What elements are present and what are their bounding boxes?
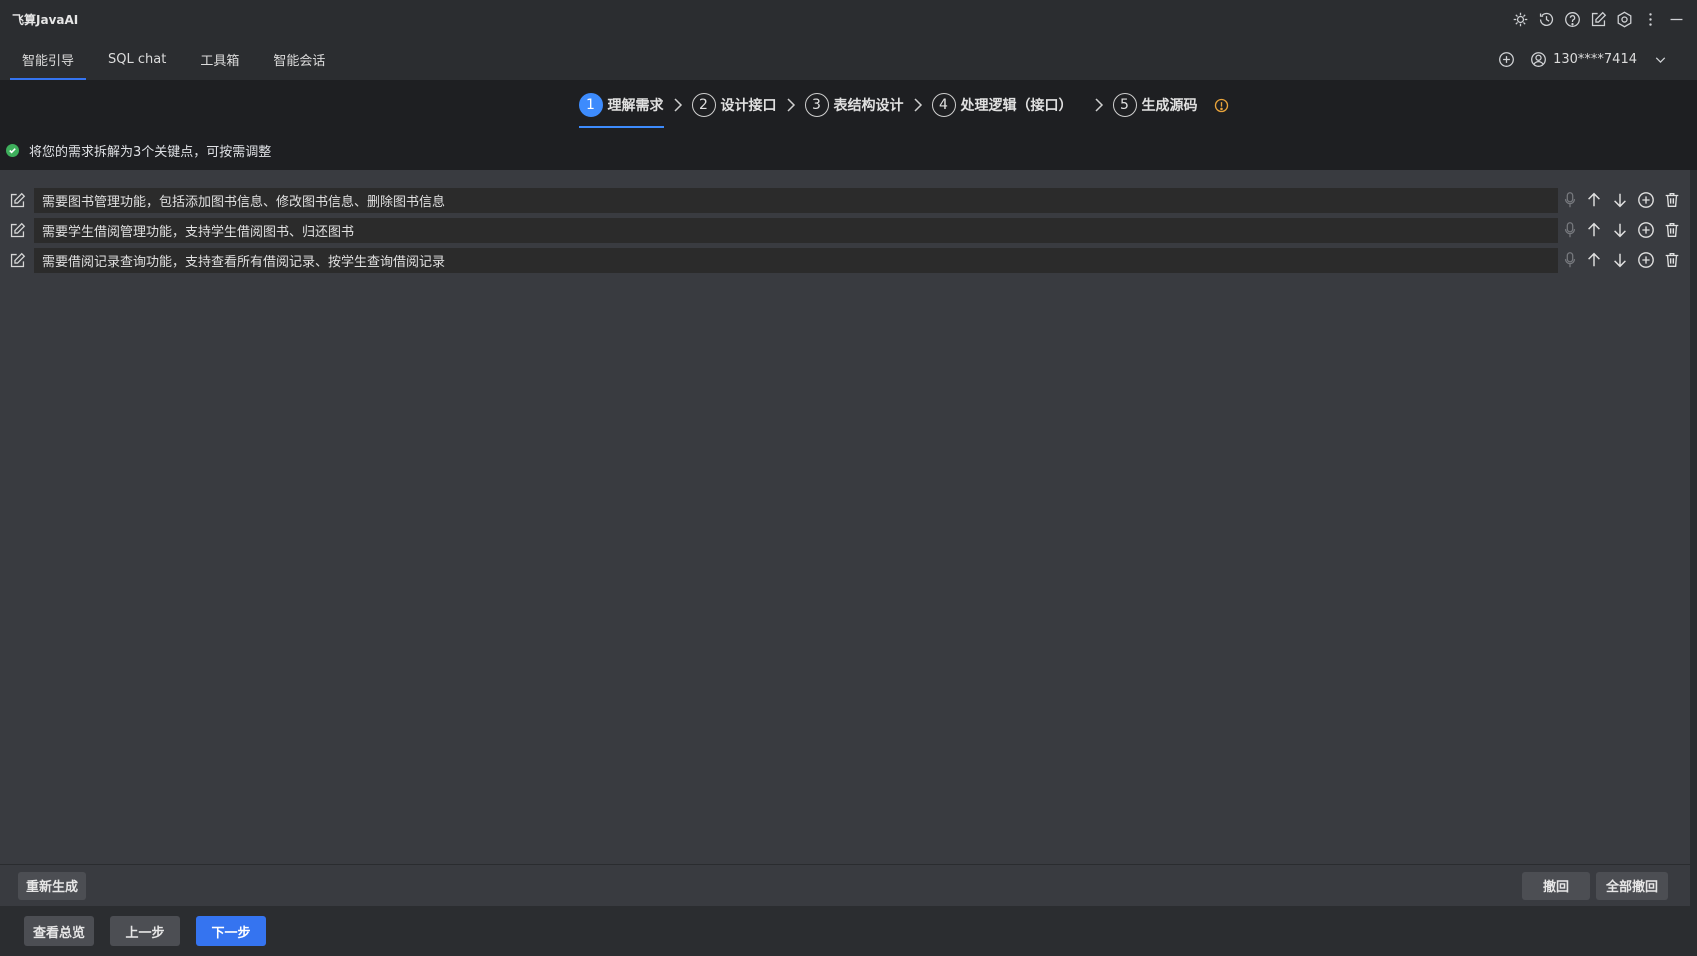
undo-all-button[interactable]: 全部撤回 (1596, 871, 1668, 900)
requirement-input[interactable]: 需要图书管理功能，包括添加图书信息、修改图书信息、删除图书信息 (34, 187, 1558, 213)
tab-label: 智能会话 (273, 53, 326, 69)
minimize-icon[interactable] (1667, 10, 1685, 28)
list-item: 需要图书管理功能，包括添加图书信息、修改图书信息、删除图书信息 (0, 185, 1690, 215)
help-icon[interactable] (1563, 10, 1581, 28)
app-title: 飞算JavaAI (12, 12, 79, 27)
add-circle-icon[interactable] (1636, 190, 1656, 210)
add-icon[interactable] (1497, 50, 1515, 68)
step-design-interface[interactable]: 2 设计接口 (691, 82, 777, 128)
requirement-input[interactable]: 需要学生借阅管理功能，支持学生借阅图书、归还图书 (34, 217, 1558, 243)
history-icon[interactable] (1537, 10, 1555, 28)
tab-label: 工具箱 (200, 53, 240, 69)
trash-icon[interactable] (1662, 220, 1682, 240)
list-item: 需要学生借阅管理功能，支持学生借阅图书、归还图书 (0, 215, 1690, 245)
step-table-design[interactable]: 3 表结构设计 (804, 82, 904, 128)
next-step-button[interactable]: 下一步 (196, 916, 266, 946)
user-name: 130****7414 (1553, 51, 1637, 67)
tab-smart-chat[interactable]: 智能会话 (261, 38, 337, 80)
step-understand-requirements[interactable]: 1 理解需求 (578, 82, 664, 128)
move-down-icon[interactable] (1610, 190, 1630, 210)
scrollbar[interactable] (1690, 170, 1697, 864)
tab-label: SQL chat (108, 51, 167, 67)
trash-icon[interactable] (1662, 250, 1682, 270)
edit-icon[interactable] (0, 222, 34, 239)
title-bar: 飞算JavaAI (0, 0, 1697, 38)
chevron-right-icon (779, 96, 803, 114)
requirement-input[interactable]: 需要借阅记录查询功能，支持查看所有借阅记录、按学生查询借阅记录 (34, 247, 1558, 273)
tab-label: 智能引导 (22, 53, 75, 69)
action-bar: 重新生成 撤回 全部撤回 (0, 864, 1690, 906)
row-actions (1562, 250, 1682, 270)
step-label: 处理逻辑（接口） (960, 98, 1073, 114)
add-circle-icon[interactable] (1636, 220, 1656, 240)
title-icons (1511, 10, 1685, 28)
row-actions (1562, 190, 1682, 210)
chevron-down-icon (1651, 50, 1669, 68)
move-up-icon[interactable] (1584, 250, 1604, 270)
step-process-logic[interactable]: 4 处理逻辑（接口） (931, 82, 1073, 128)
edit-icon[interactable] (0, 192, 34, 209)
user-menu[interactable]: 130****7414 (1529, 50, 1669, 68)
plugin-icon[interactable] (1511, 10, 1529, 28)
settings-icon[interactable] (1615, 10, 1633, 28)
step-label: 生成源码 (1141, 98, 1198, 114)
microphone-icon[interactable] (1562, 250, 1578, 270)
microphone-icon[interactable] (1562, 220, 1578, 240)
step-label: 设计接口 (720, 98, 777, 114)
step-label: 表结构设计 (833, 98, 904, 114)
check-circle-icon (6, 143, 19, 157)
nav-right: 130****7414 (1497, 38, 1697, 80)
chevron-right-icon (666, 96, 690, 114)
move-down-icon[interactable] (1610, 220, 1630, 240)
nav-bar: 智能引导 SQL chat 工具箱 智能会话 130****7414 (0, 38, 1697, 80)
regenerate-button[interactable]: 重新生成 (18, 871, 87, 900)
row-actions (1562, 220, 1682, 240)
user-icon (1529, 50, 1547, 68)
undo-actions: 撤回 全部撤回 (1522, 871, 1668, 900)
move-down-icon[interactable] (1610, 250, 1630, 270)
step-generate-source[interactable]: 5 生成源码 (1112, 82, 1198, 128)
requirement-list: 需要图书管理功能，包括添加图书信息、修改图书信息、删除图书信息 需要学生借阅管理… (0, 170, 1690, 275)
trash-icon[interactable] (1662, 190, 1682, 210)
list-item: 需要借阅记录查询功能，支持查看所有借阅记录、按学生查询借阅记录 (0, 245, 1690, 275)
edit-icon[interactable] (0, 252, 34, 269)
tab-sql-chat[interactable]: SQL chat (96, 38, 178, 80)
tab-toolbox[interactable]: 工具箱 (188, 38, 251, 80)
step-number: 1 (578, 93, 603, 117)
move-up-icon[interactable] (1584, 190, 1604, 210)
step-number: 4 (931, 93, 956, 117)
step-number: 3 (804, 93, 829, 117)
overview-button[interactable]: 查看总览 (24, 916, 94, 946)
requirements-panel: 需要图书管理功能，包括添加图书信息、修改图书信息、删除图书信息 需要学生借阅管理… (0, 170, 1690, 864)
step-label: 理解需求 (607, 98, 664, 114)
chevron-right-icon (906, 96, 930, 114)
status-notice: 将您的需求拆解为3个关键点，可按需调整 (0, 130, 1697, 170)
undo-button[interactable]: 撤回 (1522, 871, 1590, 900)
notice-text: 将您的需求拆解为3个关键点，可按需调整 (29, 144, 272, 160)
step-number: 5 (1112, 93, 1137, 117)
step-wizard: 1 理解需求 2 设计接口 3 表结构设计 4 处理逻辑（接口） 5 生成源码 (0, 80, 1697, 130)
microphone-icon[interactable] (1562, 190, 1578, 210)
more-icon[interactable] (1641, 10, 1659, 28)
chevron-right-icon (1087, 96, 1111, 114)
add-circle-icon[interactable] (1636, 250, 1656, 270)
tab-list: 智能引导 SQL chat 工具箱 智能会话 (10, 38, 347, 80)
move-up-icon[interactable] (1584, 220, 1604, 240)
edit-icon[interactable] (1589, 10, 1607, 28)
footer-nav: 查看总览 上一步 下一步 (0, 906, 1697, 956)
tab-smart-guide[interactable]: 智能引导 (10, 38, 87, 80)
prev-step-button[interactable]: 上一步 (110, 916, 180, 946)
info-icon[interactable] (1214, 98, 1229, 113)
step-number: 2 (691, 93, 716, 117)
